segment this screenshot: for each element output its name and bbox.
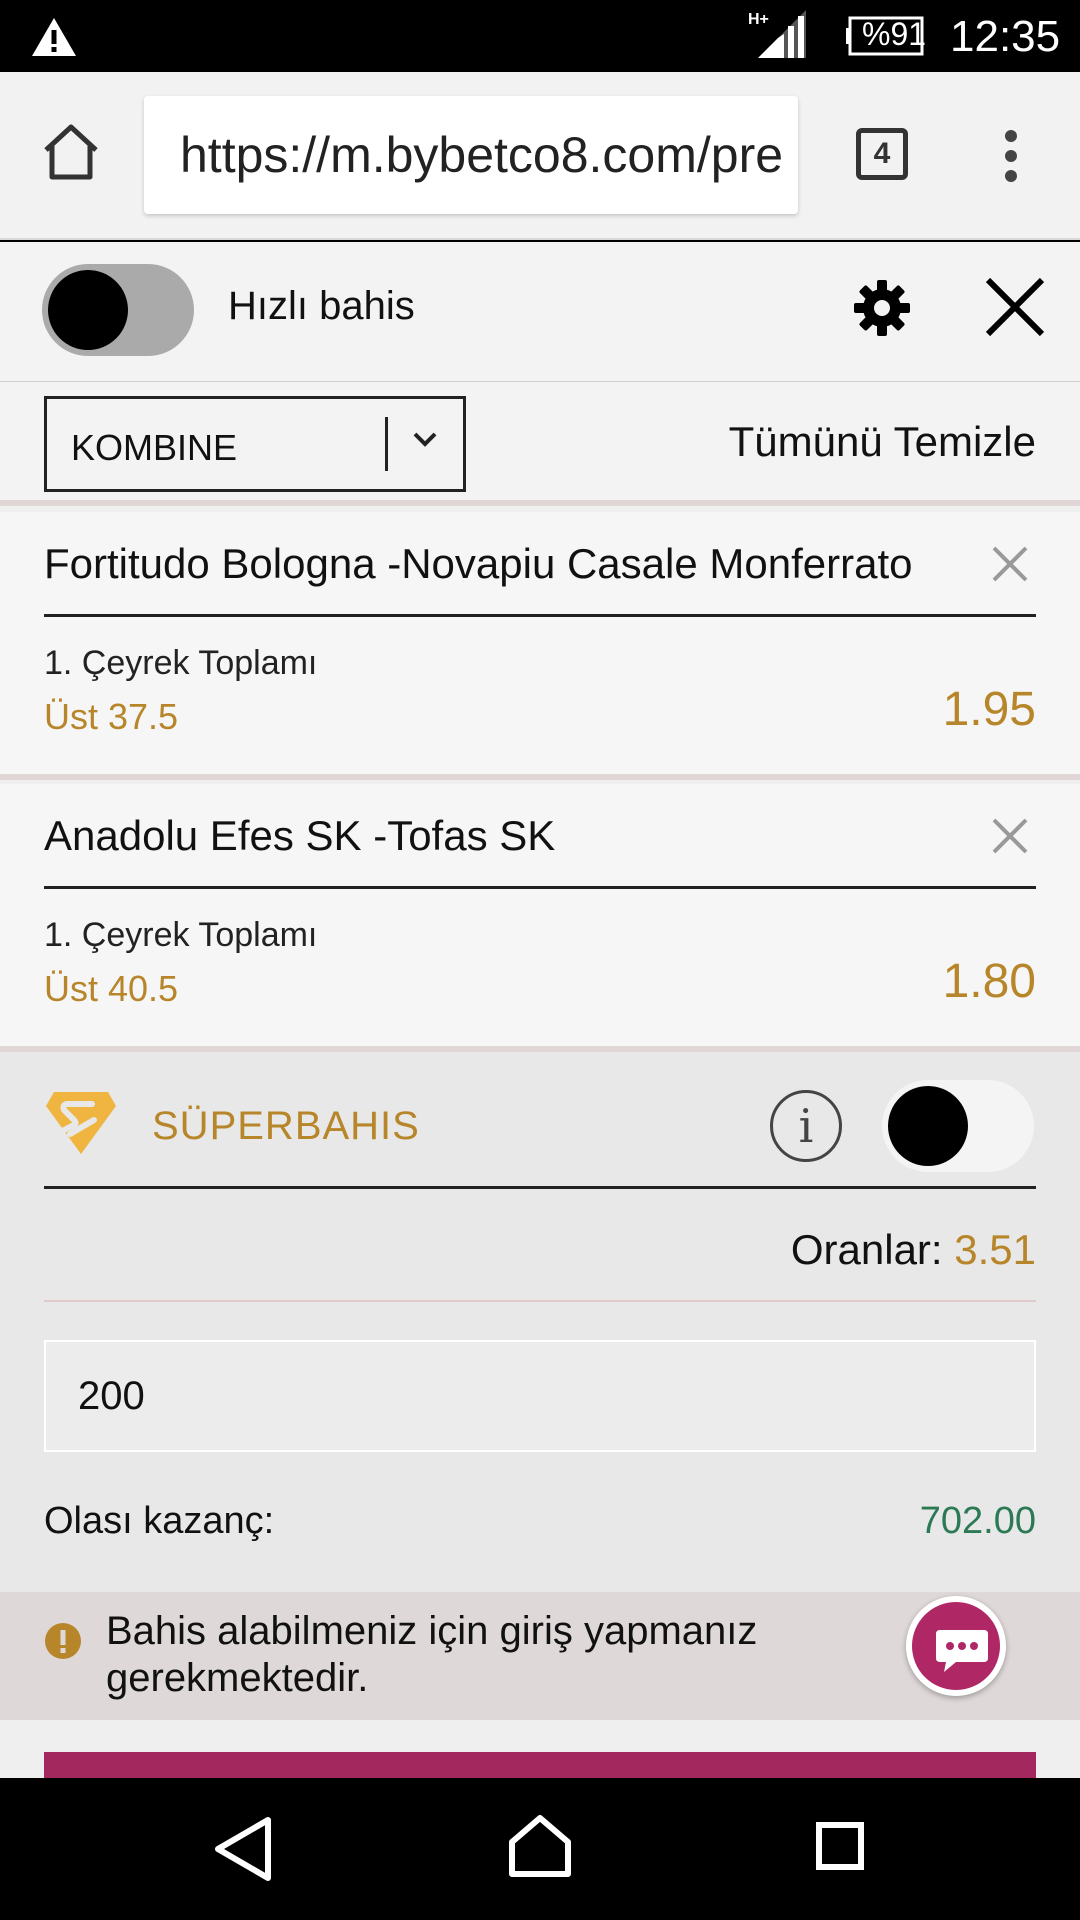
superbahis-toggle[interactable] bbox=[882, 1080, 1034, 1172]
toggle-knob bbox=[48, 270, 128, 350]
stake-row bbox=[0, 1304, 1080, 1454]
odds-value: 3.51 bbox=[954, 1226, 1036, 1273]
url-text: https://m.bybetco8.com/pre bbox=[180, 127, 784, 183]
battery-percent: %91 bbox=[862, 16, 927, 52]
divider bbox=[44, 614, 1036, 617]
bet-market: 1. Çeyrek Toplamı bbox=[44, 644, 318, 682]
potential-win-label: Olası kazanç: bbox=[44, 1500, 275, 1542]
quick-bet-label: Hızlı bahis bbox=[228, 284, 415, 328]
svg-text:H+: H+ bbox=[748, 11, 769, 28]
info-icon[interactable]: i bbox=[770, 1090, 842, 1162]
browser-toolbar: https://m.bybetco8.com/pre 4 bbox=[0, 72, 1080, 240]
bet-type-value: KOMBINE bbox=[71, 427, 238, 468]
chat-bubble-icon bbox=[936, 1630, 988, 1672]
gear-icon[interactable] bbox=[852, 278, 912, 338]
bet-item: Anadolu Efes SK -Tofas SK 1. Çeyrek Topl… bbox=[0, 784, 1080, 1052]
total-odds-row: Oranlar: 3.51 bbox=[0, 1192, 1080, 1304]
back-icon[interactable] bbox=[212, 1814, 274, 1884]
bet-selection: Üst 40.5 bbox=[44, 968, 179, 1009]
bet-odd: 1.80 bbox=[942, 955, 1036, 1008]
remove-bet-icon[interactable] bbox=[990, 544, 1030, 584]
bet-item: Fortitudo Bologna -Novapiu Casale Monfer… bbox=[0, 512, 1080, 780]
bet-odd: 1.95 bbox=[942, 683, 1036, 736]
remove-bet-icon[interactable] bbox=[990, 816, 1030, 856]
toggle-knob bbox=[888, 1086, 968, 1166]
odds-label: Oranlar: bbox=[790, 1226, 943, 1273]
bet-type-select[interactable]: KOMBINE bbox=[44, 396, 466, 492]
place-bet-button[interactable] bbox=[44, 1752, 1036, 1778]
clock: 12:35 bbox=[950, 12, 1061, 61]
alert-message: Bahis alabilmeniz için giriş yapmanız ge… bbox=[106, 1609, 758, 1700]
signal-icon: H+ bbox=[748, 10, 806, 58]
exclamation-icon bbox=[45, 1623, 81, 1659]
close-icon[interactable] bbox=[984, 276, 1046, 338]
stake-input[interactable] bbox=[44, 1340, 1036, 1452]
select-divider bbox=[385, 417, 388, 471]
bet-event: Anadolu Efes SK -Tofas SK bbox=[44, 812, 556, 859]
superbahis-row: SÜPERBAHIS i bbox=[0, 1052, 1080, 1192]
status-bar: H+ %91 12:35 bbox=[0, 0, 1080, 72]
bet-market: 1. Çeyrek Toplamı bbox=[44, 916, 318, 954]
divider bbox=[44, 1186, 1036, 1189]
betslip: Hızlı bahis KOMBINE Tümünü Temizle Forti… bbox=[0, 242, 1080, 1778]
clear-all-button[interactable]: Tümünü Temizle bbox=[729, 418, 1036, 466]
bet-event: Fortitudo Bologna -Novapiu Casale Monfer… bbox=[44, 540, 913, 587]
divider bbox=[44, 1300, 1036, 1302]
potential-win-row: Olası kazanç: 702.00 bbox=[0, 1454, 1080, 1592]
total-odds: Oranlar: 3.51 bbox=[791, 1226, 1036, 1274]
home-icon[interactable] bbox=[40, 122, 102, 182]
chevron-down-icon bbox=[413, 432, 437, 447]
warning-icon bbox=[32, 18, 76, 56]
quick-bet-bar: Hızlı bahis bbox=[0, 242, 1080, 382]
bet-selection: Üst 37.5 bbox=[44, 696, 179, 737]
overflow-menu-icon[interactable] bbox=[1000, 130, 1022, 182]
url-bar[interactable]: https://m.bybetco8.com/pre bbox=[144, 96, 798, 214]
quick-bet-toggle[interactable] bbox=[42, 264, 194, 356]
bet-type-bar: KOMBINE Tümünü Temizle bbox=[0, 382, 1080, 506]
recents-icon[interactable] bbox=[816, 1822, 864, 1870]
potential-win-value: 702.00 bbox=[919, 1500, 1036, 1542]
superbahis-logo-icon bbox=[46, 1092, 116, 1154]
chat-button[interactable] bbox=[906, 1596, 1006, 1696]
navigation-bar bbox=[0, 1778, 1080, 1920]
tab-switcher-button[interactable]: 4 bbox=[856, 128, 908, 180]
divider bbox=[44, 886, 1036, 889]
superbahis-label: SÜPERBAHIS bbox=[152, 1104, 420, 1148]
home-nav-icon[interactable] bbox=[506, 1812, 574, 1880]
